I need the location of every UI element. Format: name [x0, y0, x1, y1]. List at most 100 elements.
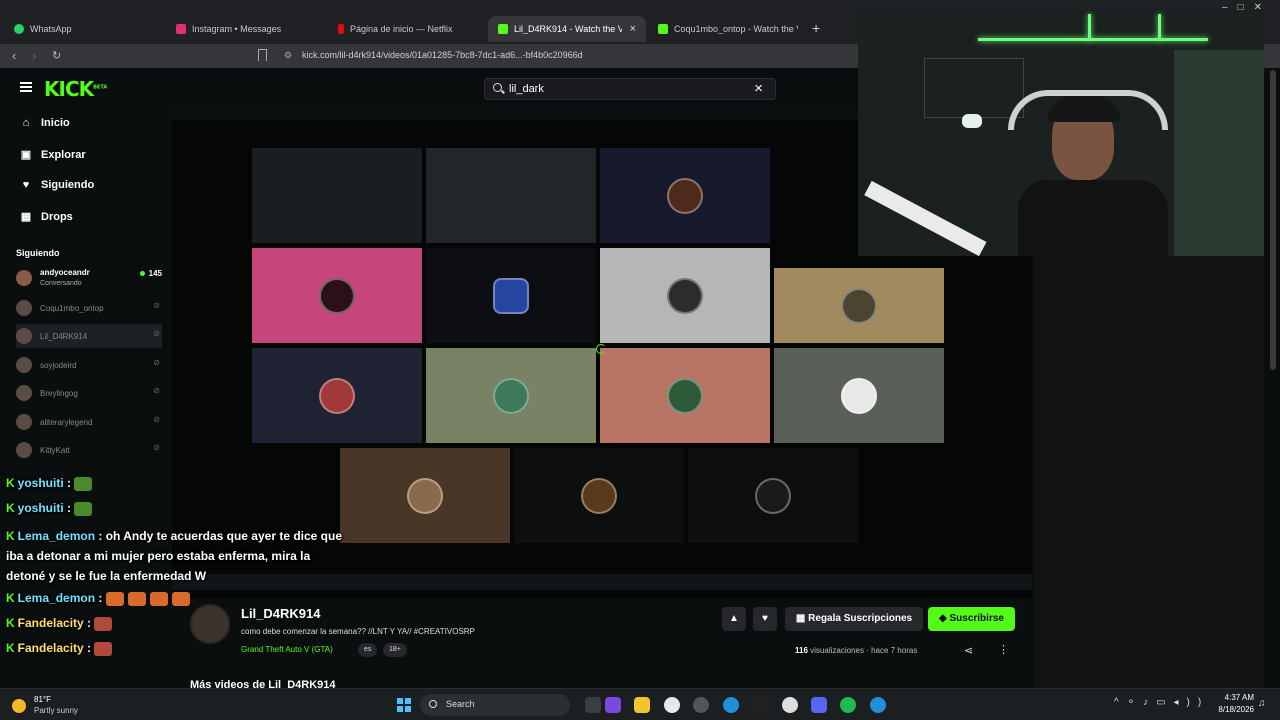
system-tray[interactable]: ^⚬♪▭◂))	[1114, 697, 1209, 708]
home-icon: ⌂	[22, 117, 30, 129]
avatar	[16, 328, 32, 344]
participant-avatar	[581, 477, 617, 514]
avatar	[16, 300, 32, 316]
nav-drops[interactable]: ▦ Drops	[20, 210, 73, 224]
github-icon[interactable]	[693, 697, 709, 713]
avatar	[16, 270, 32, 286]
participant-avatar	[841, 377, 877, 414]
copilot-icon[interactable]	[605, 697, 621, 713]
led-strip	[1158, 14, 1161, 40]
file-explorer-icon[interactable]	[634, 697, 650, 713]
tab-coqu1mbo[interactable]: Coqu1mbo_ontop - Watch the VOD	[648, 16, 808, 42]
wall-panel	[1174, 50, 1264, 256]
following-item-breylingog[interactable]: Breylingog ⊘	[16, 381, 162, 405]
tag-language[interactable]: es	[358, 643, 378, 657]
obs-icon[interactable]	[752, 697, 768, 713]
following-item-coqu1mbo[interactable]: Coqu1mbo_ontop ⊘	[16, 296, 162, 320]
date: 8/18/2026	[1218, 705, 1254, 714]
edge-beta-icon[interactable]	[870, 697, 886, 713]
discord-icon[interactable]	[811, 697, 827, 713]
nav-label: Siguiendo	[41, 179, 95, 191]
following-item-soyjodeird[interactable]: soyjodeird ⊘	[16, 353, 162, 377]
nav-explorar[interactable]: ▣ Explorar	[20, 148, 86, 162]
gift-subs-button[interactable]: ▦ Regala Suscripciones	[785, 607, 923, 631]
shelf	[924, 58, 1024, 118]
new-tab-button[interactable]: +	[812, 20, 820, 36]
avatar	[16, 442, 32, 458]
clear-search-icon[interactable]: ×	[754, 80, 763, 97]
notification-bell-button[interactable]: ▲	[722, 607, 746, 631]
tab-label: Página de inicio — Netflix	[350, 24, 453, 34]
nav-label: Inicio	[41, 117, 70, 129]
following-item-aliterarylegend[interactable]: aliterarylegend ⊘	[16, 410, 162, 434]
channel-name[interactable]: Lil_D4RK914	[241, 606, 320, 621]
nav-label: Explorar	[41, 148, 86, 161]
heart-icon: ♥	[22, 179, 30, 191]
chat-message: Kyoshuiti :	[6, 476, 96, 491]
streamer	[1018, 96, 1168, 256]
close-tab-icon[interactable]: ×	[630, 23, 636, 35]
time: 4:37 AM	[1224, 693, 1254, 702]
reload-icon[interactable]: ↻	[52, 49, 61, 62]
instagram-icon	[176, 24, 186, 34]
offline-icon: ⊘	[153, 386, 160, 395]
channel-name: andyoceandr	[40, 268, 90, 277]
scrollbar-thumb[interactable]	[1270, 70, 1276, 370]
task-view-icon[interactable]	[585, 697, 601, 713]
nav-siguiendo[interactable]: ♥ Siguiendo	[20, 179, 94, 191]
menu-icon[interactable]	[20, 82, 32, 92]
forward-icon[interactable]: ›	[32, 48, 36, 63]
kick-icon	[498, 24, 508, 34]
call-tile	[688, 448, 858, 543]
emote	[74, 501, 93, 516]
tag-mature[interactable]: 18+	[383, 643, 407, 657]
subscribe-button[interactable]: ◆ Suscribirse	[928, 607, 1015, 631]
stream-category[interactable]: Grand Theft Auto V (GTA)	[241, 645, 333, 654]
chat-message: K Fandelacity :	[6, 641, 116, 656]
edge-icon[interactable]	[723, 697, 739, 713]
call-tile	[426, 148, 596, 243]
more-options-icon[interactable]: ⋮	[998, 643, 1009, 656]
stream-title: como debe comenzar la semana?? //LNT Y Y…	[241, 627, 475, 636]
follow-heart-button[interactable]: ♥	[753, 607, 777, 631]
led-strip	[1088, 14, 1091, 40]
tab-label: Lil_D4RK914 - Watch the VOD o	[514, 24, 622, 34]
url-field[interactable]: kick.com/lil-d4rk914/videos/01a01285-7bc…	[302, 50, 583, 60]
channel-name: soyjodeird	[40, 360, 77, 370]
avatar	[16, 385, 32, 401]
tab-lil-d4rk914[interactable]: Lil_D4RK914 - Watch the VOD o ×	[488, 16, 646, 42]
share-icon[interactable]: ⋖	[964, 644, 973, 657]
search-input[interactable]: lil_dark ×	[484, 78, 776, 100]
kick-logo[interactable]: KICKBETA	[44, 77, 107, 101]
site-info-icon[interactable]: ⚙	[284, 50, 292, 61]
search-icon	[429, 700, 437, 708]
weather-icon	[12, 699, 26, 713]
tab-whatsapp[interactable]: WhatsApp	[4, 16, 164, 42]
emote	[74, 476, 93, 491]
settings-icon[interactable]	[782, 697, 798, 713]
bookmark-icon[interactable]	[258, 49, 267, 61]
tab-netflix[interactable]: Página de inicio — Netflix	[328, 16, 488, 42]
streamer-webcam	[858, 10, 1264, 256]
channel-avatar[interactable]	[190, 604, 230, 644]
following-item-lil-d4rk914[interactable]: Lil_D4RK914 ⊘	[16, 324, 162, 348]
tab-instagram[interactable]: Instagram • Messages	[166, 16, 326, 42]
call-tile	[600, 248, 770, 343]
kick-icon	[658, 24, 668, 34]
screen: WhatsApp Instagram • Messages Página de …	[0, 0, 1280, 720]
channel-name: Coqu1mbo_ontop	[40, 303, 104, 313]
spotify-icon[interactable]	[840, 697, 856, 713]
chrome-icon[interactable]	[664, 697, 680, 713]
following-item-kittykatt[interactable]: KittyKatt ⊘	[16, 438, 162, 462]
offline-icon: ⊘	[153, 301, 160, 310]
following-item-andyoceandr[interactable]: andyoceandr Conversando 145	[16, 266, 162, 290]
back-icon[interactable]: ‹	[12, 48, 16, 63]
call-tile	[252, 248, 422, 343]
participant-avatar	[667, 277, 703, 314]
nav-inicio[interactable]: ⌂ Inicio	[20, 117, 70, 129]
notification-icon[interactable]: ♫	[1258, 698, 1266, 709]
start-button[interactable]	[397, 698, 411, 712]
search-value: lil_dark	[509, 83, 544, 95]
clock[interactable]: 4:37 AM 8/18/2026	[1212, 693, 1254, 714]
taskbar-search[interactable]: Search	[420, 694, 570, 716]
